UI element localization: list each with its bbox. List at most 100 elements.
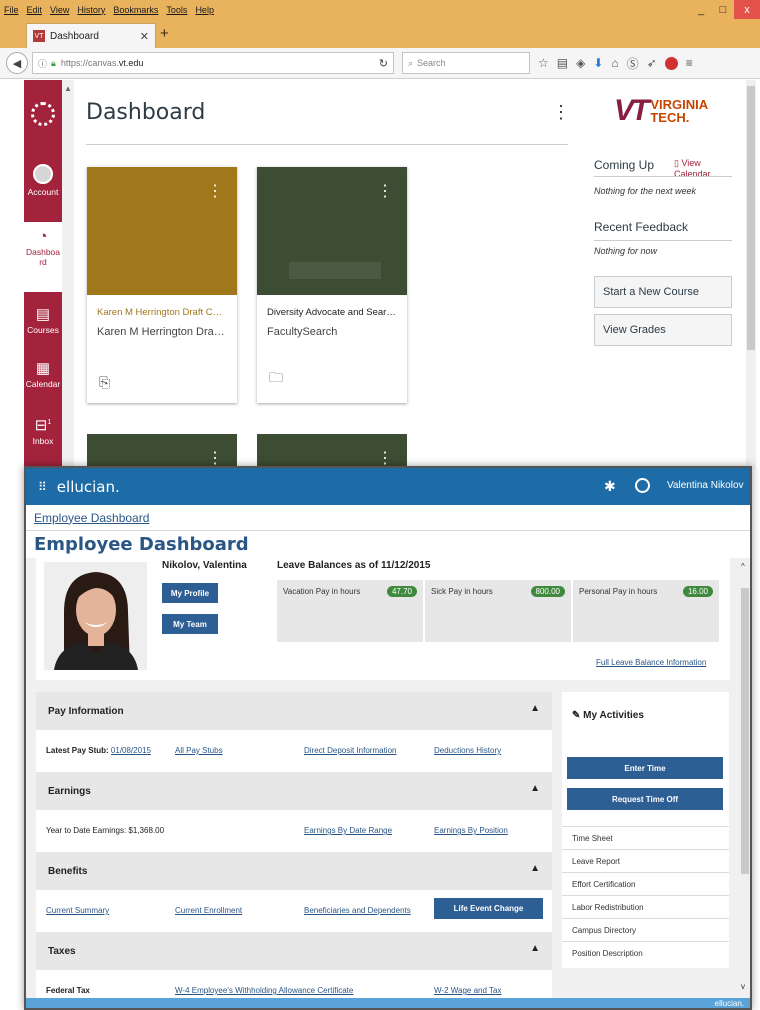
tab-bar: VT Dashboard ✕ + [0, 19, 760, 48]
bookmark-star-icon[interactable]: ☆ [538, 56, 549, 70]
user-icon[interactable] [635, 478, 650, 493]
hamburger-menu-icon[interactable]: ≡ [686, 56, 693, 70]
nav-inbox-label: Inbox [32, 436, 54, 446]
menu-file[interactable]: File [4, 5, 19, 15]
ellucian-scrollbar[interactable]: ^ v [740, 558, 750, 998]
reload-icon[interactable]: ↻ [379, 57, 388, 70]
course-card-title[interactable]: Karen M Herrington Draft Course [97, 307, 227, 318]
scroll-up-icon[interactable]: ^ [741, 562, 745, 571]
tab-dashboard[interactable]: VT Dashboard ✕ [26, 23, 156, 48]
menu-bookmarks[interactable]: Bookmarks [113, 5, 158, 15]
course-card-image[interactable]: ⋮ [87, 167, 237, 295]
current-enrollment-link[interactable]: Current Enrollment [175, 906, 242, 915]
new-tab-icon[interactable]: + [160, 25, 169, 42]
current-summary-link[interactable]: Current Summary [46, 906, 109, 915]
course-card[interactable]: ⋮ [87, 434, 237, 470]
reading-list-icon[interactable]: ▤ [557, 56, 568, 70]
course-card-title[interactable]: Diversity Advocate and Search Ch... [267, 307, 397, 318]
info-icon[interactable]: ⓘ [38, 57, 47, 70]
breadcrumb[interactable]: Employee Dashboard [26, 505, 750, 531]
course-card[interactable]: ⋮ Karen M Herrington Draft Course Karen … [87, 167, 237, 403]
chevron-up-icon[interactable]: ▲ [530, 703, 540, 714]
course-card-image[interactable]: ⋮ [257, 167, 407, 295]
menu-view[interactable]: View [50, 5, 69, 15]
activity-time-sheet[interactable]: Time Sheet [562, 826, 729, 849]
benefits-header[interactable]: Benefits ▲ [36, 852, 552, 890]
nav-account[interactable]: Account [24, 164, 62, 197]
card-hover-hint [289, 262, 381, 279]
chevron-up-icon[interactable]: ▲ [530, 943, 540, 954]
course-card-image[interactable]: ⋮ [257, 434, 407, 470]
downloads-icon[interactable]: ⬇ [593, 56, 603, 70]
scrollbar-thumb[interactable] [747, 86, 755, 350]
full-leave-balance-link[interactable]: Full Leave Balance Information [596, 658, 706, 667]
home-icon[interactable]: ⌂ [611, 56, 618, 70]
chevron-up-icon[interactable]: ▲ [530, 863, 540, 874]
send-icon[interactable]: ➶ [647, 56, 657, 70]
minimize-button[interactable]: _ [690, 0, 712, 19]
beneficiaries-link[interactable]: Beneficiaries and Dependents [304, 906, 411, 915]
earnings-by-date-range-link[interactable]: Earnings By Date Range [304, 826, 392, 835]
all-pay-stubs-link[interactable]: All Pay Stubs [175, 746, 223, 755]
deductions-history-link[interactable]: Deductions History [434, 746, 501, 755]
activity-effort-certification[interactable]: Effort Certification [562, 872, 729, 895]
card-options-icon[interactable]: ⋮ [377, 181, 393, 201]
earnings-by-position-link[interactable]: Earnings By Position [434, 826, 508, 835]
close-window-button[interactable]: x [734, 0, 760, 19]
scrollbar-thumb[interactable] [741, 588, 749, 874]
menu-edit[interactable]: Edit [27, 5, 43, 15]
files-icon[interactable]: 🗀︎ [269, 367, 283, 391]
course-card[interactable]: ⋮ Diversity Advocate and Search Ch... Fa… [257, 167, 407, 403]
canvas-logo-icon[interactable] [31, 102, 55, 126]
my-team-button[interactable]: My Team [162, 614, 218, 634]
activity-campus-directory[interactable]: Campus Directory [562, 918, 729, 941]
request-time-off-button[interactable]: Request Time Off [567, 788, 723, 810]
user-name[interactable]: Valentina Nikolov [667, 480, 744, 491]
maximize-button[interactable]: □ [712, 0, 734, 19]
taxes-header[interactable]: Taxes ▲ [36, 932, 552, 970]
card-options-icon[interactable]: ⋮ [207, 448, 223, 468]
activity-labor-redistribution[interactable]: Labor Redistribution [562, 895, 729, 918]
enter-time-button[interactable]: Enter Time [567, 757, 723, 779]
scroll-up-icon[interactable]: ▲ [64, 84, 72, 93]
chevron-up-icon[interactable]: ▲ [530, 783, 540, 794]
activity-leave-report[interactable]: Leave Report [562, 849, 729, 872]
w4-link[interactable]: W-4 Employee's Withholding Allowance Cer… [175, 986, 353, 995]
url-bar[interactable]: ⓘ 🔒︎ https://canvas. vt.edu ↻ [32, 52, 394, 74]
direct-deposit-link[interactable]: Direct Deposit Information [304, 746, 396, 755]
start-new-course-button[interactable]: Start a New Course [594, 276, 732, 308]
nav-inbox[interactable]: ⊟1 Inbox [24, 414, 62, 446]
page-scrollbar[interactable] [746, 80, 756, 470]
view-grades-button[interactable]: View Grades [594, 314, 732, 346]
life-event-change-button[interactable]: Life Event Change [434, 898, 543, 919]
earnings-header[interactable]: Earnings ▲ [36, 772, 552, 810]
nav-dashboard[interactable]: ◔ Dashboa rd [24, 222, 62, 292]
adblock-icon[interactable] [664, 56, 678, 70]
course-card[interactable]: ⋮ [257, 434, 407, 470]
search-input[interactable]: ⌕ Search [402, 52, 530, 74]
activity-position-description[interactable]: Position Description [562, 941, 729, 964]
course-card-image[interactable]: ⋮ [87, 434, 237, 470]
w2-link[interactable]: W-2 Wage and Tax [434, 986, 501, 995]
nav-calendar[interactable]: ▦ Calendar [24, 360, 62, 389]
scroll-down-icon[interactable]: v [741, 982, 745, 991]
latest-pay-stub-date-link[interactable]: 01/08/2015 [111, 746, 151, 755]
tab-close-icon[interactable]: ✕ [140, 30, 149, 43]
my-profile-button[interactable]: My Profile [162, 583, 218, 603]
menu-history[interactable]: History [77, 5, 105, 15]
sync-icon[interactable]: Ⓢ [627, 55, 639, 72]
dashboard-options-icon[interactable]: ⋮ [552, 102, 570, 123]
leave-balance-personal: Personal Pay in hours 16.00 [573, 580, 719, 642]
gear-icon[interactable]: ✱ [604, 478, 616, 495]
pay-information-header[interactable]: Pay Information ▲ [36, 692, 552, 730]
nav-courses[interactable]: ▤ Courses [24, 306, 62, 335]
app-grid-icon[interactable]: ⠿ [38, 480, 47, 494]
menu-tools[interactable]: Tools [166, 5, 187, 15]
discussions-icon[interactable]: ⎘ [99, 374, 110, 391]
pocket-icon[interactable]: ◈ [576, 56, 585, 70]
card-options-icon[interactable]: ⋮ [377, 448, 393, 468]
card-options-icon[interactable]: ⋮ [207, 181, 223, 201]
nav-scrollbar[interactable]: ▲ [62, 80, 74, 470]
back-button[interactable]: ◀ [6, 52, 28, 74]
menu-help[interactable]: Help [195, 5, 214, 15]
